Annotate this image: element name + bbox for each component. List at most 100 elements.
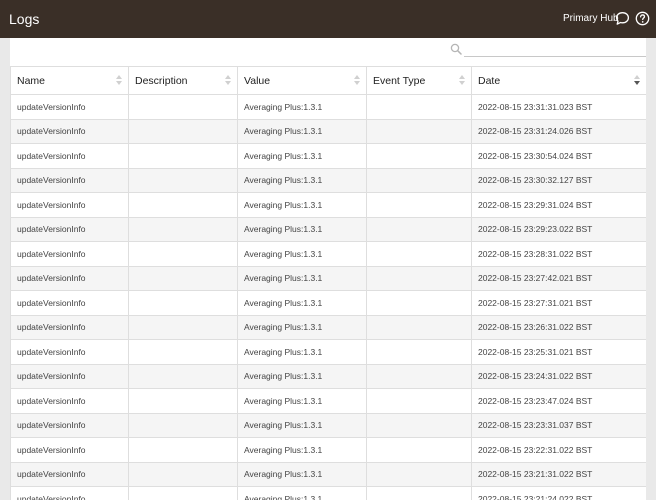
table-row[interactable]: updateVersionInfo Averaging Plus:1.3.1 202… [10, 265, 646, 291]
logs-panel: Name Description Value Event Type Date u… [10, 38, 646, 500]
help-circle-icon[interactable] [635, 11, 650, 26]
name-cell: updateVersionInfo [10, 192, 129, 218]
value-cell: Averaging Plus:1.3.1 [237, 412, 367, 438]
date-cell: 2022-08-15 23:23:31.037 BST [471, 412, 646, 438]
hub-selector[interactable]: Primary Hub [563, 13, 619, 25]
date-cell: 2022-08-15 23:31:24.026 BST [471, 118, 646, 144]
table-row[interactable]: updateVersionInfo Averaging Plus:1.3.1 202… [10, 290, 646, 316]
date-cell: 2022-08-15 23:31:31.023 BST [471, 94, 646, 120]
description-cell [128, 437, 238, 463]
value-cell: Averaging Plus:1.3.1 [237, 118, 367, 144]
table-row[interactable]: updateVersionInfo Averaging Plus:1.3.1 202… [10, 339, 646, 365]
top-bar: Logs Primary Hub [0, 0, 656, 38]
table-row[interactable]: updateVersionInfo Averaging Plus:1.3.1 202… [10, 412, 646, 438]
event-type-cell [366, 486, 472, 500]
event-type-cell [366, 143, 472, 169]
date-cell: 2022-08-15 23:23:47.024 BST [471, 388, 646, 414]
search-icon [450, 43, 462, 55]
column-header-description[interactable]: Description [128, 66, 238, 95]
date-cell: 2022-08-15 23:25:31.021 BST [471, 339, 646, 365]
column-header-date[interactable]: Date [471, 66, 646, 95]
name-cell: updateVersionInfo [10, 216, 129, 242]
description-cell [128, 339, 238, 365]
description-cell [128, 241, 238, 267]
value-cell: Averaging Plus:1.3.1 [237, 461, 367, 487]
table-row[interactable]: updateVersionInfo Averaging Plus:1.3.1 202… [10, 461, 646, 487]
date-cell: 2022-08-15 23:27:31.021 BST [471, 290, 646, 316]
date-cell: 2022-08-15 23:29:31.024 BST [471, 192, 646, 218]
value-cell: Averaging Plus:1.3.1 [237, 339, 367, 365]
sort-arrows-icon [116, 75, 122, 87]
date-cell: 2022-08-15 23:27:42.021 BST [471, 265, 646, 291]
event-type-cell [366, 388, 472, 414]
table-row[interactable]: updateVersionInfo Averaging Plus:1.3.1 202… [10, 388, 646, 414]
date-cell: 2022-08-15 23:30:32.127 BST [471, 167, 646, 193]
name-cell: updateVersionInfo [10, 388, 129, 414]
table-row[interactable]: updateVersionInfo Averaging Plus:1.3.1 202… [10, 241, 646, 267]
column-header-label: Value [244, 74, 271, 87]
table-row[interactable]: updateVersionInfo Averaging Plus:1.3.1 202… [10, 143, 646, 169]
sort-arrows-icon [459, 75, 465, 87]
description-cell [128, 461, 238, 487]
name-cell: updateVersionInfo [10, 437, 129, 463]
table-row[interactable]: updateVersionInfo Averaging Plus:1.3.1 202… [10, 437, 646, 463]
value-cell: Averaging Plus:1.3.1 [237, 143, 367, 169]
column-header-value[interactable]: Value [237, 66, 367, 95]
event-type-cell [366, 461, 472, 487]
table-row[interactable]: updateVersionInfo Averaging Plus:1.3.1 202… [10, 192, 646, 218]
table-row[interactable]: updateVersionInfo Averaging Plus:1.3.1 202… [10, 363, 646, 389]
table-row[interactable]: updateVersionInfo Averaging Plus:1.3.1 202… [10, 167, 646, 193]
event-type-cell [366, 167, 472, 193]
description-cell [128, 118, 238, 144]
name-cell: updateVersionInfo [10, 118, 129, 144]
value-cell: Averaging Plus:1.3.1 [237, 241, 367, 267]
event-type-cell [366, 216, 472, 242]
name-cell: updateVersionInfo [10, 339, 129, 365]
date-cell: 2022-08-15 23:21:31.022 BST [471, 461, 646, 487]
table-row[interactable]: updateVersionInfo Averaging Plus:1.3.1 202… [10, 118, 646, 144]
value-cell: Averaging Plus:1.3.1 [237, 94, 367, 120]
table-row[interactable]: updateVersionInfo Averaging Plus:1.3.1 202… [10, 216, 646, 242]
description-cell [128, 388, 238, 414]
description-cell [128, 167, 238, 193]
sort-arrows-icon [225, 75, 231, 87]
name-cell: updateVersionInfo [10, 290, 129, 316]
description-cell [128, 143, 238, 169]
value-cell: Averaging Plus:1.3.1 [237, 486, 367, 500]
column-header-name[interactable]: Name [10, 66, 129, 95]
value-cell: Averaging Plus:1.3.1 [237, 388, 367, 414]
column-header-label: Event Type [373, 74, 426, 87]
page-title: Logs [9, 11, 40, 27]
value-cell: Averaging Plus:1.3.1 [237, 363, 367, 389]
name-cell: updateVersionInfo [10, 167, 129, 193]
date-cell: 2022-08-15 23:26:31.022 BST [471, 314, 646, 340]
event-type-cell [366, 314, 472, 340]
date-cell: 2022-08-15 23:29:23.022 BST [471, 216, 646, 242]
event-type-cell [366, 412, 472, 438]
name-cell: updateVersionInfo [10, 363, 129, 389]
description-cell [128, 412, 238, 438]
description-cell [128, 94, 238, 120]
search-input[interactable] [464, 41, 646, 57]
description-cell [128, 314, 238, 340]
event-type-cell [366, 241, 472, 267]
event-type-cell [366, 118, 472, 144]
value-cell: Averaging Plus:1.3.1 [237, 437, 367, 463]
logs-table: Name Description Value Event Type Date u… [10, 66, 646, 500]
table-row[interactable]: updateVersionInfo Averaging Plus:1.3.1 202… [10, 486, 646, 500]
chat-bubble-icon[interactable] [615, 11, 630, 26]
name-cell: updateVersionInfo [10, 486, 129, 500]
sort-descending-icon [634, 75, 640, 87]
column-header-event-type[interactable]: Event Type [366, 66, 472, 95]
name-cell: updateVersionInfo [10, 143, 129, 169]
table-body: updateVersionInfo Averaging Plus:1.3.1 202… [10, 94, 646, 500]
event-type-cell [366, 265, 472, 291]
name-cell: updateVersionInfo [10, 94, 129, 120]
column-header-label: Name [17, 74, 46, 87]
table-row[interactable]: updateVersionInfo Averaging Plus:1.3.1 202… [10, 94, 646, 120]
event-type-cell [366, 437, 472, 463]
description-cell [128, 192, 238, 218]
column-header-label: Description [135, 74, 188, 87]
table-row[interactable]: updateVersionInfo Averaging Plus:1.3.1 202… [10, 314, 646, 340]
date-cell: 2022-08-15 23:24:31.022 BST [471, 363, 646, 389]
